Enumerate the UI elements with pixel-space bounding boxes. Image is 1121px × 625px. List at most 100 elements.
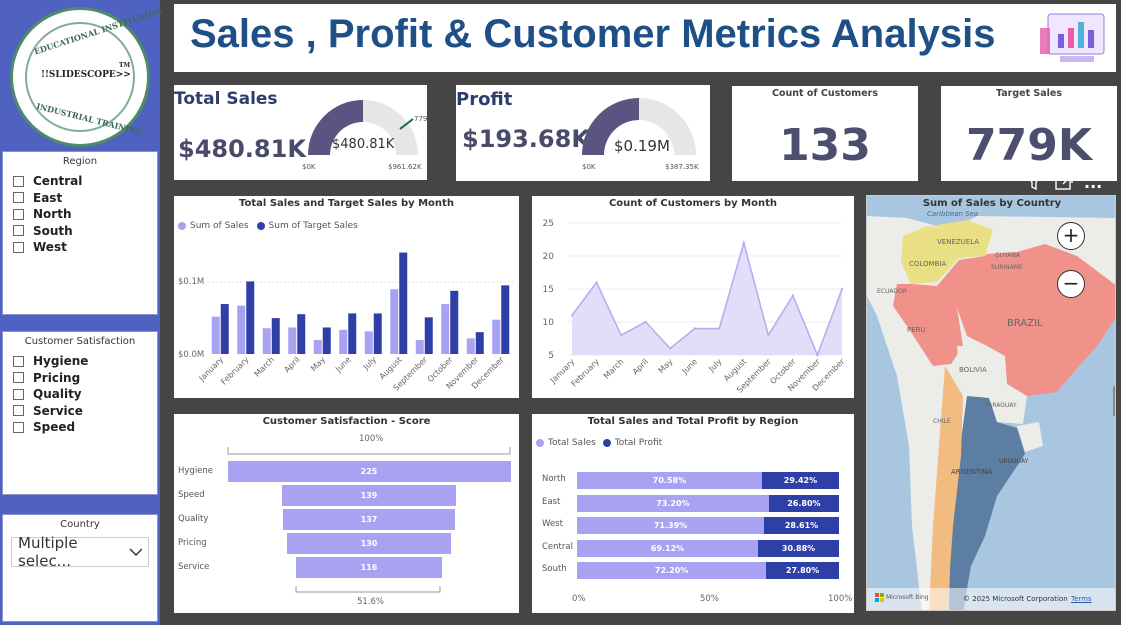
chevron-down-icon — [129, 548, 142, 557]
data-point[interactable] — [668, 347, 672, 350]
customers-by-month-chart[interactable]: Count of Customers by Month 25 20 15 10 5 Jan… — [532, 196, 854, 398]
satisfaction-option-speed[interactable]: Speed — [13, 419, 157, 436]
funnel-bar-pricing[interactable]: 130 — [287, 533, 451, 554]
map-scrollbar[interactable] — [1113, 386, 1115, 416]
satisfaction-option-pricing[interactable]: Pricing — [13, 370, 157, 387]
satisfaction-score-chart[interactable]: Customer Satisfaction - Score 100% 51.6%… — [174, 414, 519, 613]
data-point[interactable] — [693, 327, 696, 330]
region-sales-bar-south[interactable]: 72.20% — [577, 562, 767, 579]
checkbox[interactable] — [13, 421, 24, 433]
region-chart-legend: Total Sales Total Profit — [536, 438, 662, 448]
data-point[interactable] — [767, 334, 770, 337]
region-profit-bar-west[interactable]: 28.61% — [764, 517, 839, 534]
data-point[interactable] — [570, 314, 574, 317]
bar-target-january[interactable] — [220, 304, 229, 354]
checkbox[interactable] — [13, 225, 24, 237]
checkbox[interactable] — [13, 388, 24, 400]
bar-target-may[interactable] — [322, 327, 331, 354]
bar-target-september[interactable] — [424, 317, 433, 354]
region-option-east[interactable]: East — [13, 190, 157, 207]
bar-target-november[interactable] — [475, 332, 484, 354]
region-sales-bar-east[interactable]: 73.20% — [577, 494, 769, 512]
bar-sales-july[interactable] — [364, 331, 373, 354]
region-slicer: Region Central East North South West — [2, 151, 158, 315]
data-point[interactable] — [791, 294, 795, 297]
map-copyright: © 2025 Microsoft Corporation — [963, 595, 1068, 603]
country-dropdown[interactable]: Multiple selec... — [11, 534, 149, 570]
bar-target-october[interactable] — [450, 290, 459, 354]
bar-sales-february[interactable] — [237, 305, 246, 354]
funnel-category-label: Service — [178, 562, 210, 572]
region-option-west[interactable]: West — [13, 239, 157, 256]
bar-sales-december[interactable] — [492, 319, 501, 354]
zoom-out-button[interactable]: − — [1057, 270, 1085, 298]
region-sales-bar-west[interactable]: 71.39% — [577, 517, 765, 534]
checkbox[interactable] — [13, 175, 24, 187]
bar-target-july[interactable] — [373, 313, 382, 354]
y-tick-label: 25 — [543, 219, 554, 229]
region-sales-bar-north[interactable]: 70.58% — [577, 472, 762, 489]
checkbox[interactable] — [13, 355, 24, 367]
bar-target-june[interactable] — [348, 313, 357, 354]
bar-target-february[interactable] — [246, 281, 255, 354]
bar-sales-march[interactable] — [262, 328, 271, 354]
focus-mode-icon[interactable] — [1054, 172, 1074, 192]
bar-sales-august[interactable] — [390, 289, 399, 354]
more-options-icon[interactable]: ... — [1084, 173, 1102, 192]
filter-icon[interactable] — [1024, 172, 1044, 192]
total-sales-card[interactable]: Total Sales $480.81K $480.81K $0K $961.6… — [174, 85, 427, 180]
map-label: BOLIVIA — [959, 366, 987, 374]
sales-by-month-chart[interactable]: Total Sales and Target Sales by Month Su… — [174, 196, 519, 398]
target-sales-card[interactable]: Target Sales 779K — [941, 86, 1117, 181]
checkbox[interactable] — [13, 241, 24, 253]
checkbox[interactable] — [13, 405, 24, 417]
region-option-south[interactable]: South — [13, 223, 157, 240]
bar-sales-april[interactable] — [288, 327, 297, 354]
checkbox[interactable] — [13, 208, 24, 220]
profit-card[interactable]: Profit $193.68K $0.19M $0K $387.35K — [456, 85, 710, 181]
bar-sales-november[interactable] — [466, 338, 475, 354]
funnel-bar-service[interactable]: 116 — [296, 557, 442, 578]
map-label: VENEZUELA — [937, 238, 980, 246]
region-profit-bar-central[interactable]: 30.88% — [758, 539, 839, 557]
data-point[interactable] — [718, 327, 721, 330]
bar-sales-june[interactable] — [339, 329, 348, 354]
bar-sales-january[interactable] — [211, 316, 220, 354]
data-point[interactable] — [644, 320, 647, 324]
checkbox[interactable] — [13, 372, 24, 384]
customers-area — [572, 242, 842, 355]
data-point[interactable] — [840, 287, 844, 291]
data-point[interactable] — [816, 353, 819, 357]
data-point[interactable] — [595, 281, 598, 284]
checkbox[interactable] — [13, 192, 24, 204]
satisfaction-option-quality[interactable]: Quality — [13, 386, 157, 403]
region-sales-bar-central[interactable]: 69.12% — [577, 539, 759, 557]
region-option-central[interactable]: Central — [13, 173, 157, 190]
bar-sales-october[interactable] — [441, 304, 450, 354]
satisfaction-option-service[interactable]: Service — [13, 403, 157, 420]
funnel-bar-hygiene[interactable]: 225 — [227, 461, 511, 482]
satisfaction-option-hygiene[interactable]: Hygiene — [13, 353, 157, 370]
bar-target-march[interactable] — [271, 318, 280, 354]
analytics-illustration-icon — [1040, 13, 1105, 62]
bar-target-august[interactable] — [399, 252, 408, 354]
region-chart[interactable]: Total Sales and Total Profit by Region T… — [532, 414, 854, 613]
region-category-label: West — [542, 519, 563, 529]
bar-target-april[interactable] — [297, 314, 306, 354]
bar-sales-september[interactable] — [415, 339, 424, 354]
data-point[interactable] — [742, 241, 746, 244]
region-profit-bar-east[interactable]: 26.80% — [768, 494, 839, 512]
region-profit-bar-south[interactable]: 27.80% — [766, 562, 839, 579]
funnel-bar-speed[interactable]: 139 — [281, 485, 457, 506]
customers-card[interactable]: Count of Customers 133 — [732, 86, 918, 181]
zoom-in-button[interactable]: + — [1057, 222, 1085, 250]
data-point[interactable] — [619, 334, 623, 337]
bar-sales-may[interactable] — [313, 339, 322, 354]
region-profit-bar-north[interactable]: 29.42% — [761, 472, 839, 489]
map-terms-link[interactable]: Terms — [1071, 595, 1092, 603]
region-option-north[interactable]: North — [13, 206, 157, 223]
x-tick-label: March — [602, 357, 626, 381]
funnel-bar-quality[interactable]: 137 — [282, 509, 456, 530]
bar-target-december[interactable] — [501, 285, 510, 354]
sales-by-country-map[interactable]: Sum of Sales by Country Caribbean Sea VE… — [866, 195, 1116, 611]
